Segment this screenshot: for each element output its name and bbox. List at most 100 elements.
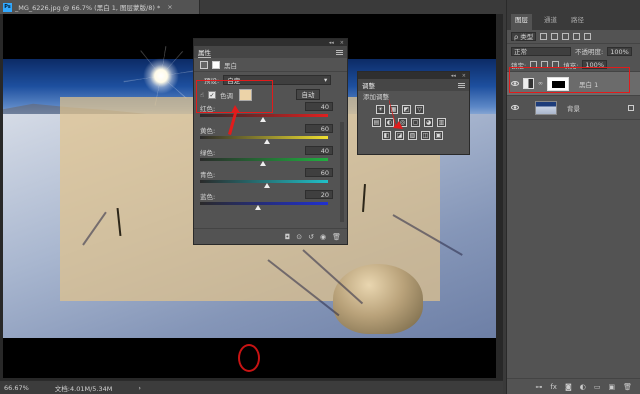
slider-thumb[interactable]: [259, 117, 266, 122]
blend-row: 正常 不透明度: 100%: [507, 44, 640, 58]
tab-properties[interactable]: 属性: [198, 47, 211, 58]
lock-icon: [628, 104, 634, 111]
opacity-label: 不透明度:: [575, 48, 604, 56]
photoshop-logo-icon: Ps: [3, 2, 12, 12]
threshold-icon[interactable]: ▧: [408, 131, 417, 140]
panel-menu-icon[interactable]: [458, 82, 465, 88]
filter-shape-icon[interactable]: [573, 33, 581, 40]
clip-to-layer-icon[interactable]: ◘: [285, 233, 291, 241]
properties-tabbar: 属性: [194, 46, 347, 58]
brightness-icon[interactable]: ☀: [376, 105, 385, 114]
invert-icon[interactable]: ◧: [382, 131, 391, 140]
slider-value-input[interactable]: 60: [305, 168, 333, 177]
layer-filter-select[interactable]: ρ 类型: [511, 32, 537, 41]
document-tab[interactable]: Ps _MG_6226.jpg @ 66.7% (黑白 1, 图层蒙版/8) *…: [0, 0, 200, 14]
filter-type-icon[interactable]: [562, 33, 570, 40]
slider-value-input[interactable]: 60: [305, 124, 333, 133]
layers-panel: 图层 通道 路径 ρ 类型 正常 不透明度: 100% 锁定: 填充: 100% ∞: [506, 0, 640, 394]
new-layer-icon[interactable]: ▣: [608, 383, 615, 391]
new-adjustment-icon[interactable]: ◐: [580, 383, 586, 391]
tab-channels[interactable]: 通道: [542, 14, 559, 30]
document-info: 文档:4.01M/5.34M: [54, 384, 113, 393]
delete-icon[interactable]: 🗑: [332, 233, 341, 241]
color-slider-row: 黄色: 60: [194, 124, 347, 146]
tab-adjustments[interactable]: 调整: [362, 80, 375, 90]
blend-mode-select[interactable]: 正常: [511, 46, 571, 56]
add-adjustment-hint: 添加调整: [363, 93, 389, 101]
adjustment-icon-row: ▤ ◐ ◎ ▢ ◕ ▥: [358, 116, 469, 129]
tab-layers[interactable]: 图层: [511, 14, 532, 30]
adjustments-tabbar: 调整: [358, 79, 469, 91]
slider-thumb[interactable]: [263, 139, 270, 144]
slider-label: 黄色:: [200, 127, 216, 135]
properties-panel: ◂◂ × 属性 黑白 预设: 自定 ▾ ☝ ✓ 色调 自动 红色: 40 黄色: 60…: [193, 38, 348, 245]
adjustment-title: 黑白: [224, 61, 237, 70]
slider-thumb[interactable]: [254, 205, 261, 210]
slider-value-input[interactable]: 20: [305, 190, 333, 199]
document-tab-title: _MG_6226.jpg @ 66.7% (黑白 1, 图层蒙版/8) *: [15, 4, 161, 12]
tab-paths[interactable]: 路径: [569, 14, 586, 30]
tab-close-icon[interactable]: ×: [167, 3, 172, 11]
layer-row-background[interactable]: 背景: [507, 96, 640, 120]
fx-icon[interactable]: fx: [550, 383, 557, 391]
view-previous-icon[interactable]: ⊙: [296, 233, 302, 241]
panel-close-icon[interactable]: ×: [340, 40, 344, 46]
adjustments-panel-header: ◂◂ ×: [358, 72, 469, 79]
adjustment-layer-icon: [200, 60, 208, 69]
exposure-icon[interactable]: ▽: [415, 105, 424, 114]
photo-sun: [143, 58, 179, 94]
opacity-input[interactable]: 100%: [607, 46, 632, 56]
visibility-icon[interactable]: ◉: [320, 233, 326, 241]
filter-adjustment-icon[interactable]: [551, 33, 559, 40]
properties-footer: ◘ ⊙ ↺ ◉ 🗑: [194, 228, 347, 244]
slider-label: 蓝色:: [200, 193, 216, 201]
collapse-icon[interactable]: ◂◂: [329, 40, 334, 46]
mask-icon[interactable]: [212, 60, 220, 69]
slider-label: 青色:: [200, 171, 216, 179]
eye-icon[interactable]: [511, 105, 519, 110]
layer-thumbnail: [535, 100, 557, 115]
collapse-icon[interactable]: ◂◂: [451, 73, 456, 79]
gradient-map-icon[interactable]: ◫: [421, 131, 430, 140]
filter-pixel-icon[interactable]: [540, 33, 548, 40]
zoom-level[interactable]: 66.67%: [4, 384, 29, 392]
curves-icon[interactable]: ◩: [402, 105, 411, 114]
panel-close-icon[interactable]: ×: [462, 73, 466, 79]
slider-thumb[interactable]: [263, 183, 270, 188]
slider-value-input[interactable]: 40: [305, 146, 333, 155]
snow-mound: [333, 264, 423, 334]
panel-menu-icon[interactable]: [336, 49, 343, 55]
watermark-logo: [238, 344, 260, 372]
new-group-icon[interactable]: ▭: [594, 383, 601, 391]
posterize-icon[interactable]: ◪: [395, 131, 404, 140]
layer-highlight-box: [509, 67, 630, 93]
color-slider-row: 蓝色: 20: [194, 190, 347, 212]
add-mask-icon[interactable]: ◙: [565, 383, 572, 391]
layers-tabbar: 图层 通道 路径: [507, 0, 640, 30]
color-slider-row: 绿色: 40: [194, 146, 347, 168]
black-white-icon[interactable]: ▢: [411, 118, 420, 127]
layer-name[interactable]: 背景: [567, 103, 580, 113]
properties-panel-header: ◂◂ ×: [194, 39, 347, 46]
slider-value-input[interactable]: 40: [305, 102, 333, 111]
panel-scrollbar[interactable]: [340, 122, 344, 222]
photo-filter-icon[interactable]: ◕: [424, 118, 433, 127]
selective-color-icon[interactable]: ▣: [434, 131, 443, 140]
vibrance-icon[interactable]: ▤: [372, 118, 381, 127]
filter-smart-icon[interactable]: [584, 33, 592, 40]
annotation-arrow-icon: [389, 99, 403, 129]
slider-track[interactable]: [200, 202, 328, 205]
adjustment-title-row: 黑白: [194, 58, 347, 72]
chevron-down-icon: ▾: [323, 75, 328, 84]
auto-button[interactable]: 自动: [295, 89, 320, 100]
slider-thumb[interactable]: [259, 161, 266, 166]
status-menu-arrow[interactable]: ›: [138, 384, 141, 392]
delete-layer-icon[interactable]: 🗑: [623, 383, 632, 391]
link-layers-icon[interactable]: ⊶: [535, 383, 542, 391]
color-sliders: 红色: 40 黄色: 60 绿色: 40 青色: 60 蓝色: 20: [194, 102, 347, 212]
layer-filter-row: ρ 类型: [507, 30, 640, 44]
reset-icon[interactable]: ↺: [308, 233, 314, 241]
channel-mixer-icon[interactable]: ▥: [437, 118, 446, 127]
adjustments-panel: ◂◂ × 调整 添加调整 ☀ ▦ ◩ ▽ ▤ ◐ ◎ ▢ ◕ ▥ ◧ ◪ ▧ ◫ ▣: [357, 71, 470, 155]
slider-label: 绿色:: [200, 149, 216, 157]
